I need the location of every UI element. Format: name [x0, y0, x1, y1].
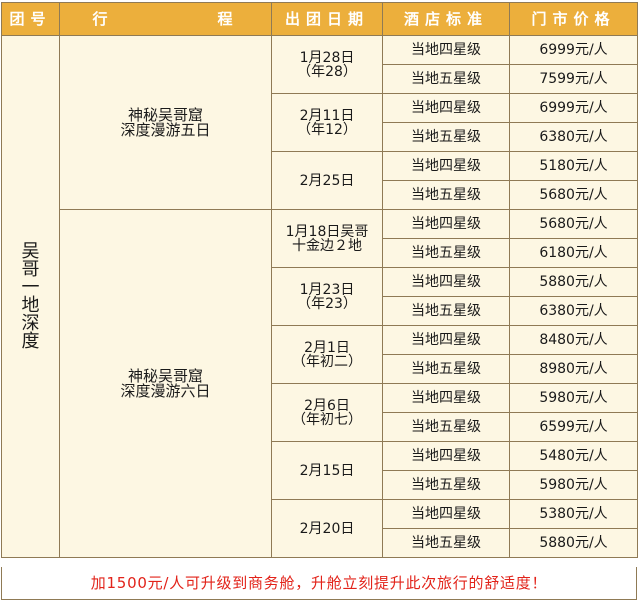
hotel-standard: 当地五星级 — [382, 238, 510, 268]
group-name: 吴 哥 一 地 深 度 — [1, 35, 60, 558]
departure-date: 2月11日 （年12） — [271, 93, 383, 152]
price: 5480元/人 — [509, 441, 638, 471]
departure-date: 1月23日 （年23） — [271, 267, 383, 326]
departure-date: 2月20日 — [271, 499, 383, 558]
price: 5180元/人 — [509, 151, 638, 181]
departure-date: 1月18日吴哥 十金边２地 — [271, 209, 383, 268]
price: 6999元/人 — [509, 35, 638, 65]
price: 6380元/人 — [509, 122, 638, 152]
upgrade-footnote: 加1500元/人可升级到商务舱，升舱立刻提升此次旅行的舒适度！ — [1, 567, 637, 600]
hotel-standard: 当地四星级 — [382, 441, 510, 471]
hotel-standard: 当地四星级 — [382, 35, 510, 65]
hotel-standard: 当地四星级 — [382, 499, 510, 529]
price: 8980元/人 — [509, 354, 638, 384]
header-group: 团号 — [1, 2, 60, 36]
departure-date: 2月25日 — [271, 151, 383, 210]
price: 6999元/人 — [509, 93, 638, 123]
hotel-standard: 当地五星级 — [382, 296, 510, 326]
price: 5980元/人 — [509, 383, 638, 413]
header-price: 门市价格 — [509, 2, 638, 36]
hotel-standard: 当地五星级 — [382, 412, 510, 442]
price-table: 团号 行程 出团日期 酒店标准 门市价格 吴 哥 一 地 深 度 神秘吴哥窟 深… — [1, 2, 638, 558]
route-five-day: 神秘吴哥窟 深度漫游五日 — [59, 35, 272, 210]
header-hotel: 酒店标准 — [382, 2, 510, 36]
hotel-standard: 当地四星级 — [382, 267, 510, 297]
hotel-standard: 当地四星级 — [382, 325, 510, 355]
departure-date: 2月6日 （年初七） — [271, 383, 383, 442]
price: 8480元/人 — [509, 325, 638, 355]
table-row: 吴 哥 一 地 深 度 神秘吴哥窟 深度漫游五日 1月28日 （年28） 当地四… — [1, 35, 638, 558]
hotel-standard: 当地五星级 — [382, 64, 510, 94]
hotel-standard: 当地四星级 — [382, 383, 510, 413]
hotel-standard: 当地五星级 — [382, 354, 510, 384]
hotel-standard: 当地五星级 — [382, 470, 510, 500]
price: 5980元/人 — [509, 470, 638, 500]
price-schedule-document: 团号 行程 出团日期 酒店标准 门市价格 吴 哥 一 地 深 度 神秘吴哥窟 深… — [0, 0, 640, 602]
header-row: 团号 行程 出团日期 酒店标准 门市价格 — [1, 2, 638, 36]
hotel-standard: 当地五星级 — [382, 528, 510, 558]
departure-date: 2月15日 — [271, 441, 383, 500]
header-date: 出团日期 — [271, 2, 383, 36]
departure-date: 1月28日 （年28） — [271, 35, 383, 94]
table-row: 神秘吴哥窟 深度漫游六日 1月18日吴哥 十金边２地 当地四星级 5680元/人 — [2, 209, 638, 558]
hotel-standard: 当地四星级 — [382, 151, 510, 181]
price: 7599元/人 — [509, 64, 638, 94]
price: 5880元/人 — [509, 528, 638, 558]
price: 5680元/人 — [509, 180, 638, 210]
price: 6599元/人 — [509, 412, 638, 442]
header-route-right: 程 — [217, 9, 239, 28]
hotel-standard: 当地四星级 — [382, 93, 510, 123]
hotel-standard: 当地五星级 — [382, 122, 510, 152]
price: 6180元/人 — [509, 238, 638, 268]
hotel-standard: 当地五星级 — [382, 180, 510, 210]
header-route-left: 行 — [92, 9, 114, 28]
header-route: 行程 — [59, 2, 272, 36]
price: 5880元/人 — [509, 267, 638, 297]
price: 5680元/人 — [509, 209, 638, 239]
route-six-day: 神秘吴哥窟 深度漫游六日 — [59, 209, 272, 558]
hotel-standard: 当地四星级 — [382, 209, 510, 239]
price: 5380元/人 — [509, 499, 638, 529]
departure-date: 2月1日 （年初二） — [271, 325, 383, 384]
price: 6380元/人 — [509, 296, 638, 326]
